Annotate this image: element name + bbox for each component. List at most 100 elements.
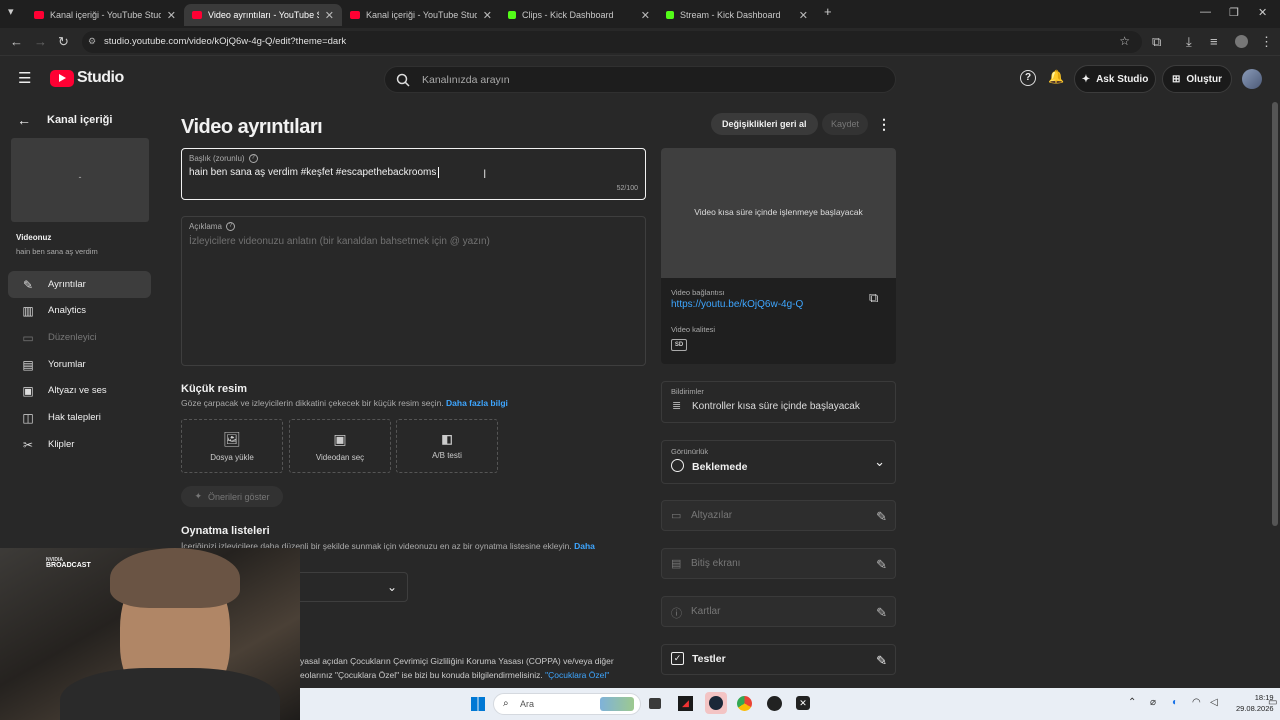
close-icon[interactable]: ✕: [167, 9, 176, 22]
visibility-select[interactable]: Görünürlük Beklemede ⌄: [661, 440, 896, 484]
title-field[interactable]: Başlık (zorunlu) ? hain ben sana aş verd…: [181, 148, 646, 200]
back-to-content-link[interactable]: ← Kanal içeriği: [17, 112, 112, 128]
tab-label: Kanal içeriği - YouTube Studio: [50, 10, 161, 20]
app-icon[interactable]: ◢: [678, 696, 693, 711]
tray-app-icon[interactable]: ◐: [1172, 697, 1178, 708]
sidebar-item-claims[interactable]: ◫ Hak talepleri: [8, 404, 151, 431]
sidebar-item-subtitles[interactable]: ▣ Altyazı ve ses: [8, 377, 151, 404]
sidebar-item-analytics[interactable]: ▥ Analytics: [8, 297, 151, 324]
close-window-button[interactable]: ✕: [1258, 6, 1267, 19]
app-icon-dark[interactable]: [767, 696, 782, 711]
steam-icon[interactable]: [705, 692, 727, 714]
reload-icon[interactable]: ↻: [58, 34, 69, 50]
extensions-icon[interactable]: ⧉: [1152, 34, 1161, 50]
new-tab-button[interactable]: +: [824, 4, 832, 19]
create-button[interactable]: ⊞ Oluştur: [1162, 65, 1232, 93]
profile-avatar[interactable]: [1235, 35, 1248, 48]
browser-tab-active[interactable]: Video ayrıntıları - YouTube Studio ✕: [184, 4, 342, 26]
help-icon[interactable]: ?: [1020, 70, 1036, 86]
pencil-icon[interactable]: ✎: [876, 605, 887, 621]
volume-icon[interactable]: ◁: [1210, 697, 1218, 708]
account-avatar[interactable]: [1242, 69, 1262, 89]
pencil-icon[interactable]: ✎: [876, 653, 887, 669]
notifications-value: Kontroller kısa süre içinde başlayacak: [692, 401, 860, 412]
copy-icon[interactable]: ⧉: [869, 290, 878, 306]
studio-logo[interactable]: Studio: [50, 69, 124, 87]
choose-from-video-button[interactable]: ▣ Videodan seç: [289, 419, 391, 473]
wifi-icon[interactable]: ◠: [1192, 697, 1201, 708]
made-for-kids-link[interactable]: "Çocuklara Özel": [545, 670, 609, 680]
browser-menu-icon[interactable]: ⋮: [1260, 34, 1273, 50]
forward-arrow-icon[interactable]: →: [34, 34, 47, 49]
more-options-icon[interactable]: ⋮: [877, 116, 891, 133]
save-button[interactable]: Kaydet: [822, 113, 869, 135]
pencil-icon[interactable]: ✎: [876, 557, 887, 573]
video-thumbnail-placeholder[interactable]: -: [11, 138, 149, 222]
tab-label: Kanal içeriği - YouTube Studio: [366, 10, 477, 20]
windows-taskbar: ⌕ Ara ◢ ✕ ⌃ ⌀ ◐ ◠ ◁ 18:19 29.08.2026 ▭: [300, 688, 1280, 720]
bookmark-star-icon[interactable]: ☆: [1119, 34, 1130, 48]
subtitles-row[interactable]: ▭ Altyazılar ✎: [661, 500, 896, 531]
search-input[interactable]: Kanalınızda arayın: [384, 66, 896, 93]
upload-file-button[interactable]: 🖼 Dosya yükle: [181, 419, 283, 473]
tab-label: Stream - Kick Dashboard: [680, 10, 781, 20]
sidebar-item-clips[interactable]: ✂ Klipler: [8, 431, 151, 458]
sidebar-item-editor[interactable]: ▭ Düzenleyici: [8, 324, 151, 351]
browser-tab[interactable]: Kanal içeriği - YouTube Studio ✕: [342, 4, 500, 26]
url-field[interactable]: ⚙ studio.youtube.com/video/kOjQ6w-4g-Q/e…: [82, 31, 1142, 53]
browser-tab[interactable]: Kanal içeriği - YouTube Studio ✕: [26, 4, 184, 26]
tab-search-icon[interactable]: ▾: [8, 5, 14, 18]
back-arrow-icon[interactable]: ←: [10, 34, 23, 49]
windows-start-icon[interactable]: [471, 697, 485, 711]
capcut-icon[interactable]: ✕: [796, 696, 810, 710]
help-icon[interactable]: ?: [225, 222, 235, 231]
ab-test-button[interactable]: ◧ A/B testi: [396, 419, 498, 473]
chevron-down-icon: ⌄: [386, 580, 397, 594]
tray-icon[interactable]: ⌀: [1150, 697, 1156, 708]
show-suggestions-button[interactable]: ✦ Önerileri göster: [181, 486, 283, 507]
close-icon[interactable]: ✕: [325, 9, 334, 22]
reading-list-icon[interactable]: ≡: [1210, 34, 1218, 49]
sidebar-item-comments[interactable]: ▤ Yorumlar: [8, 351, 151, 378]
task-view-icon[interactable]: [649, 698, 661, 709]
create-label: Oluştur: [1186, 73, 1222, 85]
tests-label: Testler: [692, 653, 726, 665]
undo-changes-button[interactable]: Değişiklikleri geri al: [711, 113, 818, 135]
scrollbar-thumb[interactable]: [1272, 102, 1278, 526]
tests-row[interactable]: ✓ Testler ✎: [661, 644, 896, 675]
close-icon[interactable]: ✕: [799, 9, 808, 22]
sidebar-item-details[interactable]: ✎ Ayrıntılar: [8, 271, 151, 298]
minimize-button[interactable]: —: [1200, 6, 1211, 18]
close-icon[interactable]: ✕: [641, 9, 650, 22]
sd-quality-badge: SD: [671, 339, 687, 351]
end-screen-row[interactable]: ▤ Bitiş ekranı ✎: [661, 548, 896, 579]
site-info-icon[interactable]: ⚙: [88, 36, 96, 47]
analytics-icon: ▥: [22, 303, 34, 318]
hamburger-menu-icon[interactable]: ☰: [18, 69, 31, 87]
cards-row[interactable]: ⓘ Kartlar ✎: [661, 596, 896, 627]
kick-favicon-icon: [666, 11, 674, 19]
taskbar-search[interactable]: ⌕ Ara: [493, 693, 641, 715]
close-icon[interactable]: ✕: [483, 9, 492, 22]
description-field[interactable]: Açıklama ? İzleyicilere videonuzu anlatı…: [181, 216, 646, 366]
playlists-more-link[interactable]: Daha: [574, 541, 595, 551]
notifications-bell-icon[interactable]: 🔔: [1048, 69, 1064, 85]
download-icon[interactable]: ⤓: [1186, 34, 1192, 50]
playlists-heading: Oynatma listeleri: [181, 525, 270, 537]
cards-label: Kartlar: [691, 606, 721, 617]
chrome-icon[interactable]: [737, 696, 752, 711]
pencil-icon[interactable]: ✎: [876, 509, 887, 525]
learn-more-link[interactable]: Daha fazla bilgi: [446, 398, 508, 408]
browser-tab[interactable]: Stream - Kick Dashboard ✕: [658, 4, 816, 26]
claims-icon: ◫: [22, 410, 34, 425]
maximize-button[interactable]: ❐: [1229, 6, 1239, 19]
video-link-url[interactable]: https://youtu.be/kOjQ6w-4g-Q: [671, 299, 803, 310]
help-icon[interactable]: ?: [248, 154, 258, 163]
browser-tab[interactable]: Clips - Kick Dashboard ✕: [500, 4, 658, 26]
search-highlight-image: [600, 697, 634, 711]
title-input-value[interactable]: hain ben sana aş verdim #keşfet #escapet…: [189, 167, 440, 178]
ask-studio-button[interactable]: ✦ Ask Studio: [1074, 65, 1156, 93]
tray-chevron-icon[interactable]: ⌃: [1128, 697, 1136, 708]
studio-header: ☰ Studio Kanalınızda arayın ? 🔔 ✦ Ask St…: [0, 56, 1280, 102]
notification-center-icon[interactable]: ▭: [1268, 697, 1277, 708]
